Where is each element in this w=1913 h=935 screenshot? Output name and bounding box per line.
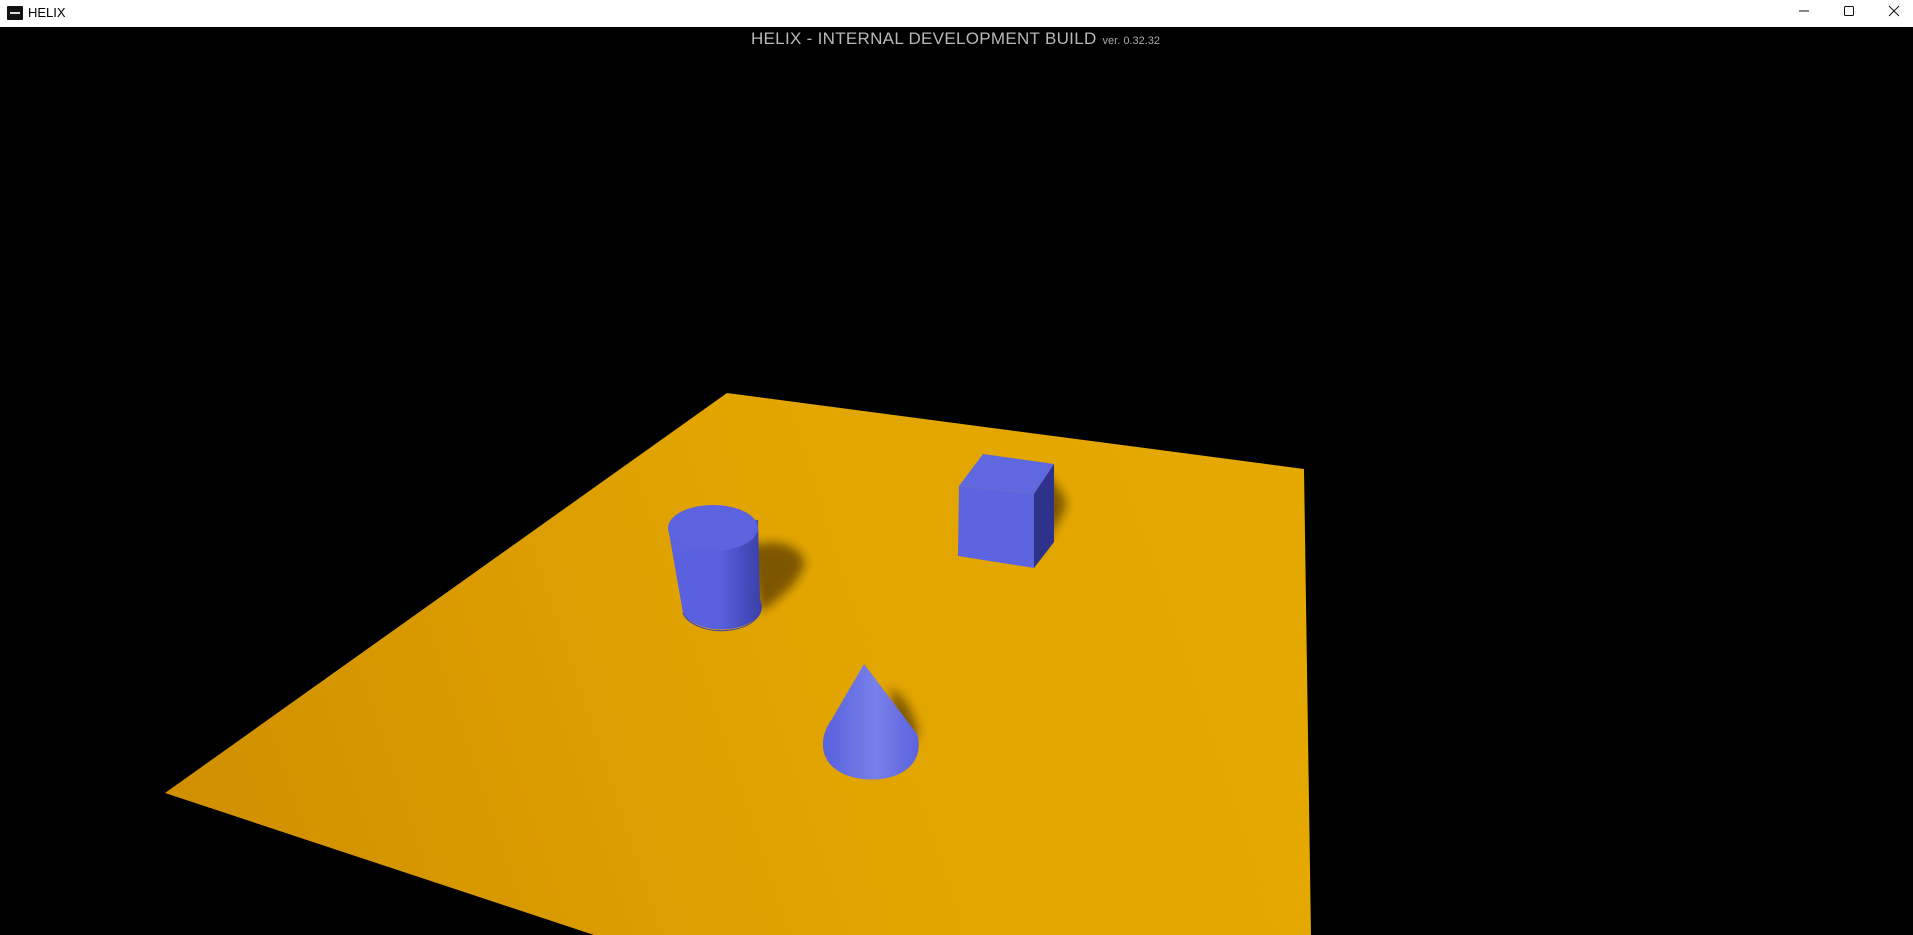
ground-plane	[165, 393, 1311, 935]
window-title: HELIX	[28, 5, 66, 20]
render-viewport[interactable]: HELIX - INTERNAL DEVELOPMENT BUILD ver. 0…	[0, 27, 1913, 935]
build-title: HELIX - INTERNAL DEVELOPMENT BUILD	[750, 29, 1097, 48]
close-button[interactable]	[1871, 0, 1913, 22]
minimize-icon	[1798, 5, 1810, 17]
window-titlebar[interactable]: HELIX	[0, 0, 1913, 27]
maximize-icon	[1843, 5, 1855, 17]
cube	[958, 454, 1054, 568]
close-icon	[1888, 5, 1900, 17]
build-info-overlay: HELIX - INTERNAL DEVELOPMENT BUILD ver. 0…	[0, 29, 1913, 49]
app-icon	[7, 6, 23, 20]
scene-canvas	[165, 393, 1311, 935]
minimize-button[interactable]	[1781, 0, 1827, 22]
maximize-button[interactable]	[1826, 0, 1872, 22]
build-version: ver. 0.32.32	[1102, 35, 1161, 47]
